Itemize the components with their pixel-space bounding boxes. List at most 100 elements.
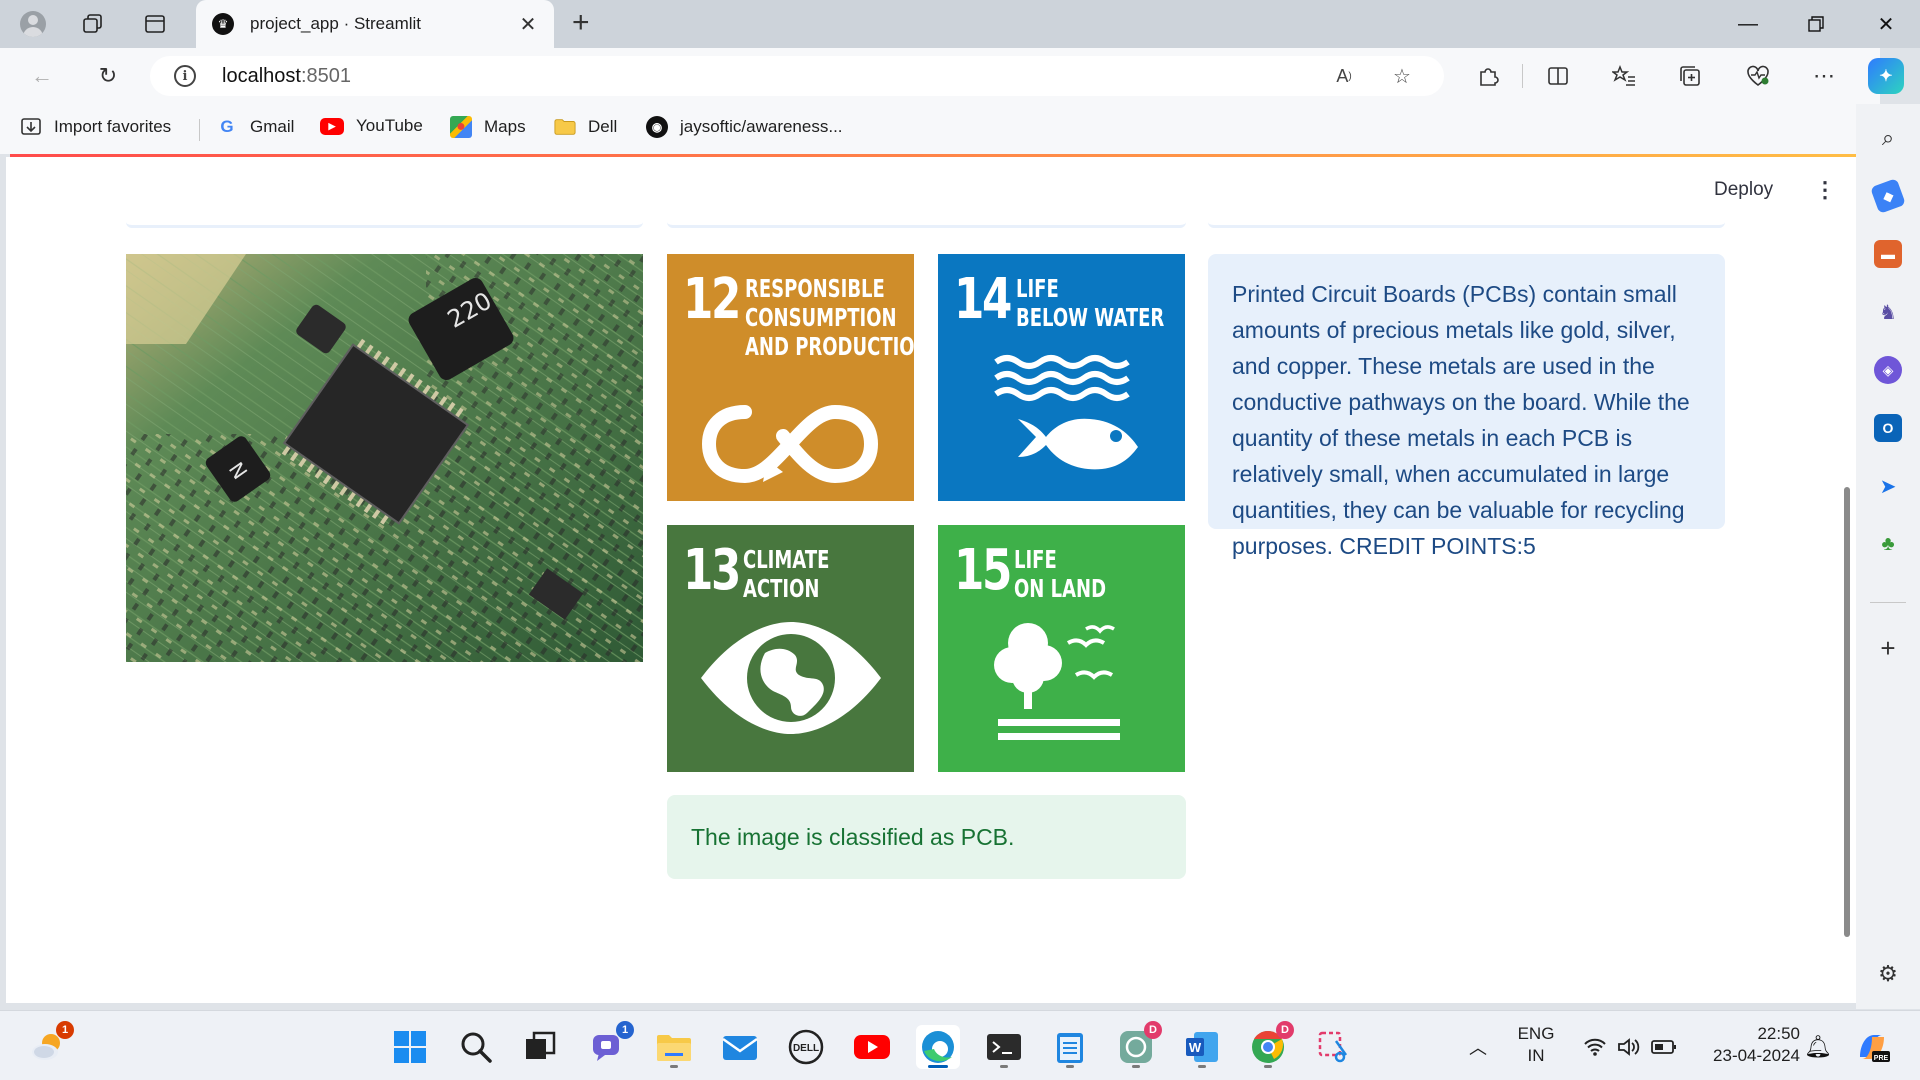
tab-close-icon[interactable]: ✕ (516, 12, 540, 37)
notepad-icon (1057, 1033, 1083, 1063)
outlook-icon[interactable]: O (1874, 414, 1902, 442)
favorites-divider (199, 119, 200, 141)
weather-badge: 1 (56, 1021, 74, 1039)
main-menu-icon[interactable]: ⋮ (1814, 177, 1836, 203)
favorite-label: Gmail (250, 117, 295, 136)
collections-icon (1680, 66, 1700, 86)
favorites-button[interactable] (1606, 58, 1642, 94)
chrome-app[interactable]: D (1246, 1021, 1294, 1069)
word-app[interactable]: W (1180, 1025, 1224, 1069)
svg-text:PRE: PRE (1874, 1055, 1889, 1062)
url-host: localhost (222, 64, 301, 87)
taskbar-search-button[interactable] (454, 1025, 498, 1069)
youtube-app[interactable] (850, 1025, 894, 1069)
favorite-dell[interactable]: Dell (554, 116, 617, 138)
sdg-13-tile: 13 CLIMATE ACTION (667, 525, 914, 772)
games-icon[interactable]: ♞ (1874, 298, 1902, 326)
favorite-maps[interactable]: ● Maps (450, 116, 526, 138)
terminal-icon (987, 1034, 1021, 1060)
split-screen-button[interactable] (1540, 58, 1576, 94)
teams-badge: 1 (616, 1021, 634, 1039)
weather-widget[interactable]: 1 (26, 1021, 74, 1069)
import-favorites-icon (20, 116, 42, 138)
send-drop-icon[interactable]: ➤ (1874, 472, 1902, 500)
quick-settings[interactable] (1570, 1025, 1690, 1069)
notepad-app[interactable] (1048, 1025, 1092, 1069)
running-indicator (670, 1065, 678, 1068)
clock[interactable]: 22:50 23-04-2024 (1692, 1023, 1800, 1067)
minimize-button[interactable]: ― (1718, 6, 1778, 42)
restore-icon (1808, 16, 1824, 32)
terminal-app[interactable] (982, 1025, 1026, 1069)
favorite-label: Dell (588, 117, 618, 136)
add-favorite-star-icon[interactable]: ☆ (1386, 60, 1418, 92)
site-info-icon[interactable]: i (174, 65, 196, 87)
dell-app[interactable]: DELL (784, 1025, 828, 1069)
edge-sidebar: ⌕ ◆ ▬ ♞ ◈ O ➤ ♣ + ⚙ (1856, 104, 1920, 1009)
profile-button[interactable] (16, 8, 50, 40)
favorite-gmail[interactable]: G Gmail (216, 116, 294, 138)
browser-essentials-button[interactable] (1740, 58, 1776, 94)
sidebar-settings-gear-icon[interactable]: ⚙ (1874, 960, 1902, 988)
mail-envelope-icon (722, 1036, 758, 1060)
chrome-profile-badge: D (1276, 1021, 1294, 1039)
sdg-15-tile: 15 LIFE ON LAND (938, 525, 1185, 772)
settings-more-button[interactable]: ⋯ (1806, 58, 1842, 94)
shopping-tag-icon[interactable]: ◆ (1870, 178, 1906, 214)
language-indicator[interactable]: ENG IN (1508, 1023, 1564, 1067)
edge-app[interactable] (916, 1025, 960, 1069)
snipping-tool-icon (1318, 1031, 1348, 1063)
deploy-button[interactable]: Deploy (1714, 179, 1773, 201)
tree-icon[interactable]: ♣ (1874, 530, 1902, 558)
clock-date: 23-04-2024 (1713, 1046, 1800, 1065)
maps-icon: ● (450, 116, 472, 138)
workspaces-button[interactable] (76, 8, 110, 40)
favorite-label: jaysoftic/awareness... (680, 117, 843, 136)
tree-birds-icon (994, 623, 1120, 740)
microsoft-365-icon[interactable]: ◈ (1874, 356, 1902, 384)
active-app-indicator (928, 1065, 948, 1068)
youtube-icon: ▶ (320, 117, 344, 135)
teams-chat-app[interactable]: 1 (586, 1021, 634, 1069)
snipping-tool-app[interactable] (1312, 1025, 1356, 1069)
copilot-preview-button[interactable]: PRE (1850, 1025, 1894, 1069)
running-indicator (1132, 1065, 1140, 1068)
refresh-button[interactable]: ↻ (90, 58, 126, 94)
running-indicator (1198, 1065, 1206, 1068)
streamlit-app-page: Deploy ⋮ 220 N 12 RESPONSIBLE CONSUMPTIO… (6, 157, 1856, 1003)
previous-element-edge (1208, 222, 1725, 228)
tools-icon[interactable]: ▬ (1874, 240, 1902, 268)
restore-button[interactable] (1786, 6, 1846, 42)
tab-title: project_app · Streamlit (250, 14, 422, 33)
tab-project-app[interactable]: ♛ project_app · Streamlit ✕ (196, 0, 554, 48)
page-scrollbar[interactable] (1844, 487, 1850, 937)
extensions-button[interactable] (1470, 58, 1506, 94)
new-tab-button[interactable]: + (572, 8, 590, 38)
collections-button[interactable] (1672, 58, 1708, 94)
read-aloud-icon[interactable]: A) (1328, 60, 1360, 92)
file-explorer-app[interactable] (652, 1025, 696, 1069)
favorite-github-awareness[interactable]: ◉ jaysoftic/awareness... (646, 116, 843, 138)
favorite-youtube[interactable]: ▶ YouTube (320, 116, 423, 136)
copilot-icon[interactable]: ✦ (1868, 58, 1904, 94)
infinity-loop-icon (701, 404, 879, 484)
show-hidden-icons-chevron-up-icon[interactable]: ︿ (1456, 1025, 1500, 1069)
url-port: :8501 (300, 64, 351, 87)
pcb-info-alert: Printed Circuit Boards (PCBs) contain sm… (1208, 254, 1725, 559)
pcb-info-text: Printed Circuit Boards (PCBs) contain sm… (1232, 281, 1690, 559)
search-icon[interactable]: ⌕ (1874, 124, 1902, 152)
close-window-button[interactable]: ✕ (1856, 6, 1916, 42)
mail-app[interactable] (718, 1025, 762, 1069)
sidebar-divider (1870, 602, 1906, 603)
favorite-import-favorites[interactable]: Import favorites (20, 116, 171, 138)
back-button[interactable]: ← (24, 58, 60, 94)
start-button[interactable] (388, 1025, 432, 1069)
chatgpt-app[interactable]: D (1114, 1021, 1162, 1069)
address-bar[interactable]: i localhost:8501 A) ☆ (150, 56, 1444, 96)
favorite-label: Import favorites (54, 117, 172, 136)
task-view-button[interactable] (518, 1025, 562, 1069)
vertical-tabs-button[interactable] (138, 8, 172, 40)
heart-pulse-icon (1747, 65, 1769, 86)
add-sidebar-app-icon[interactable]: + (1874, 633, 1902, 663)
notifications-bell-icon[interactable]: 🔔︎ (1796, 1025, 1840, 1069)
